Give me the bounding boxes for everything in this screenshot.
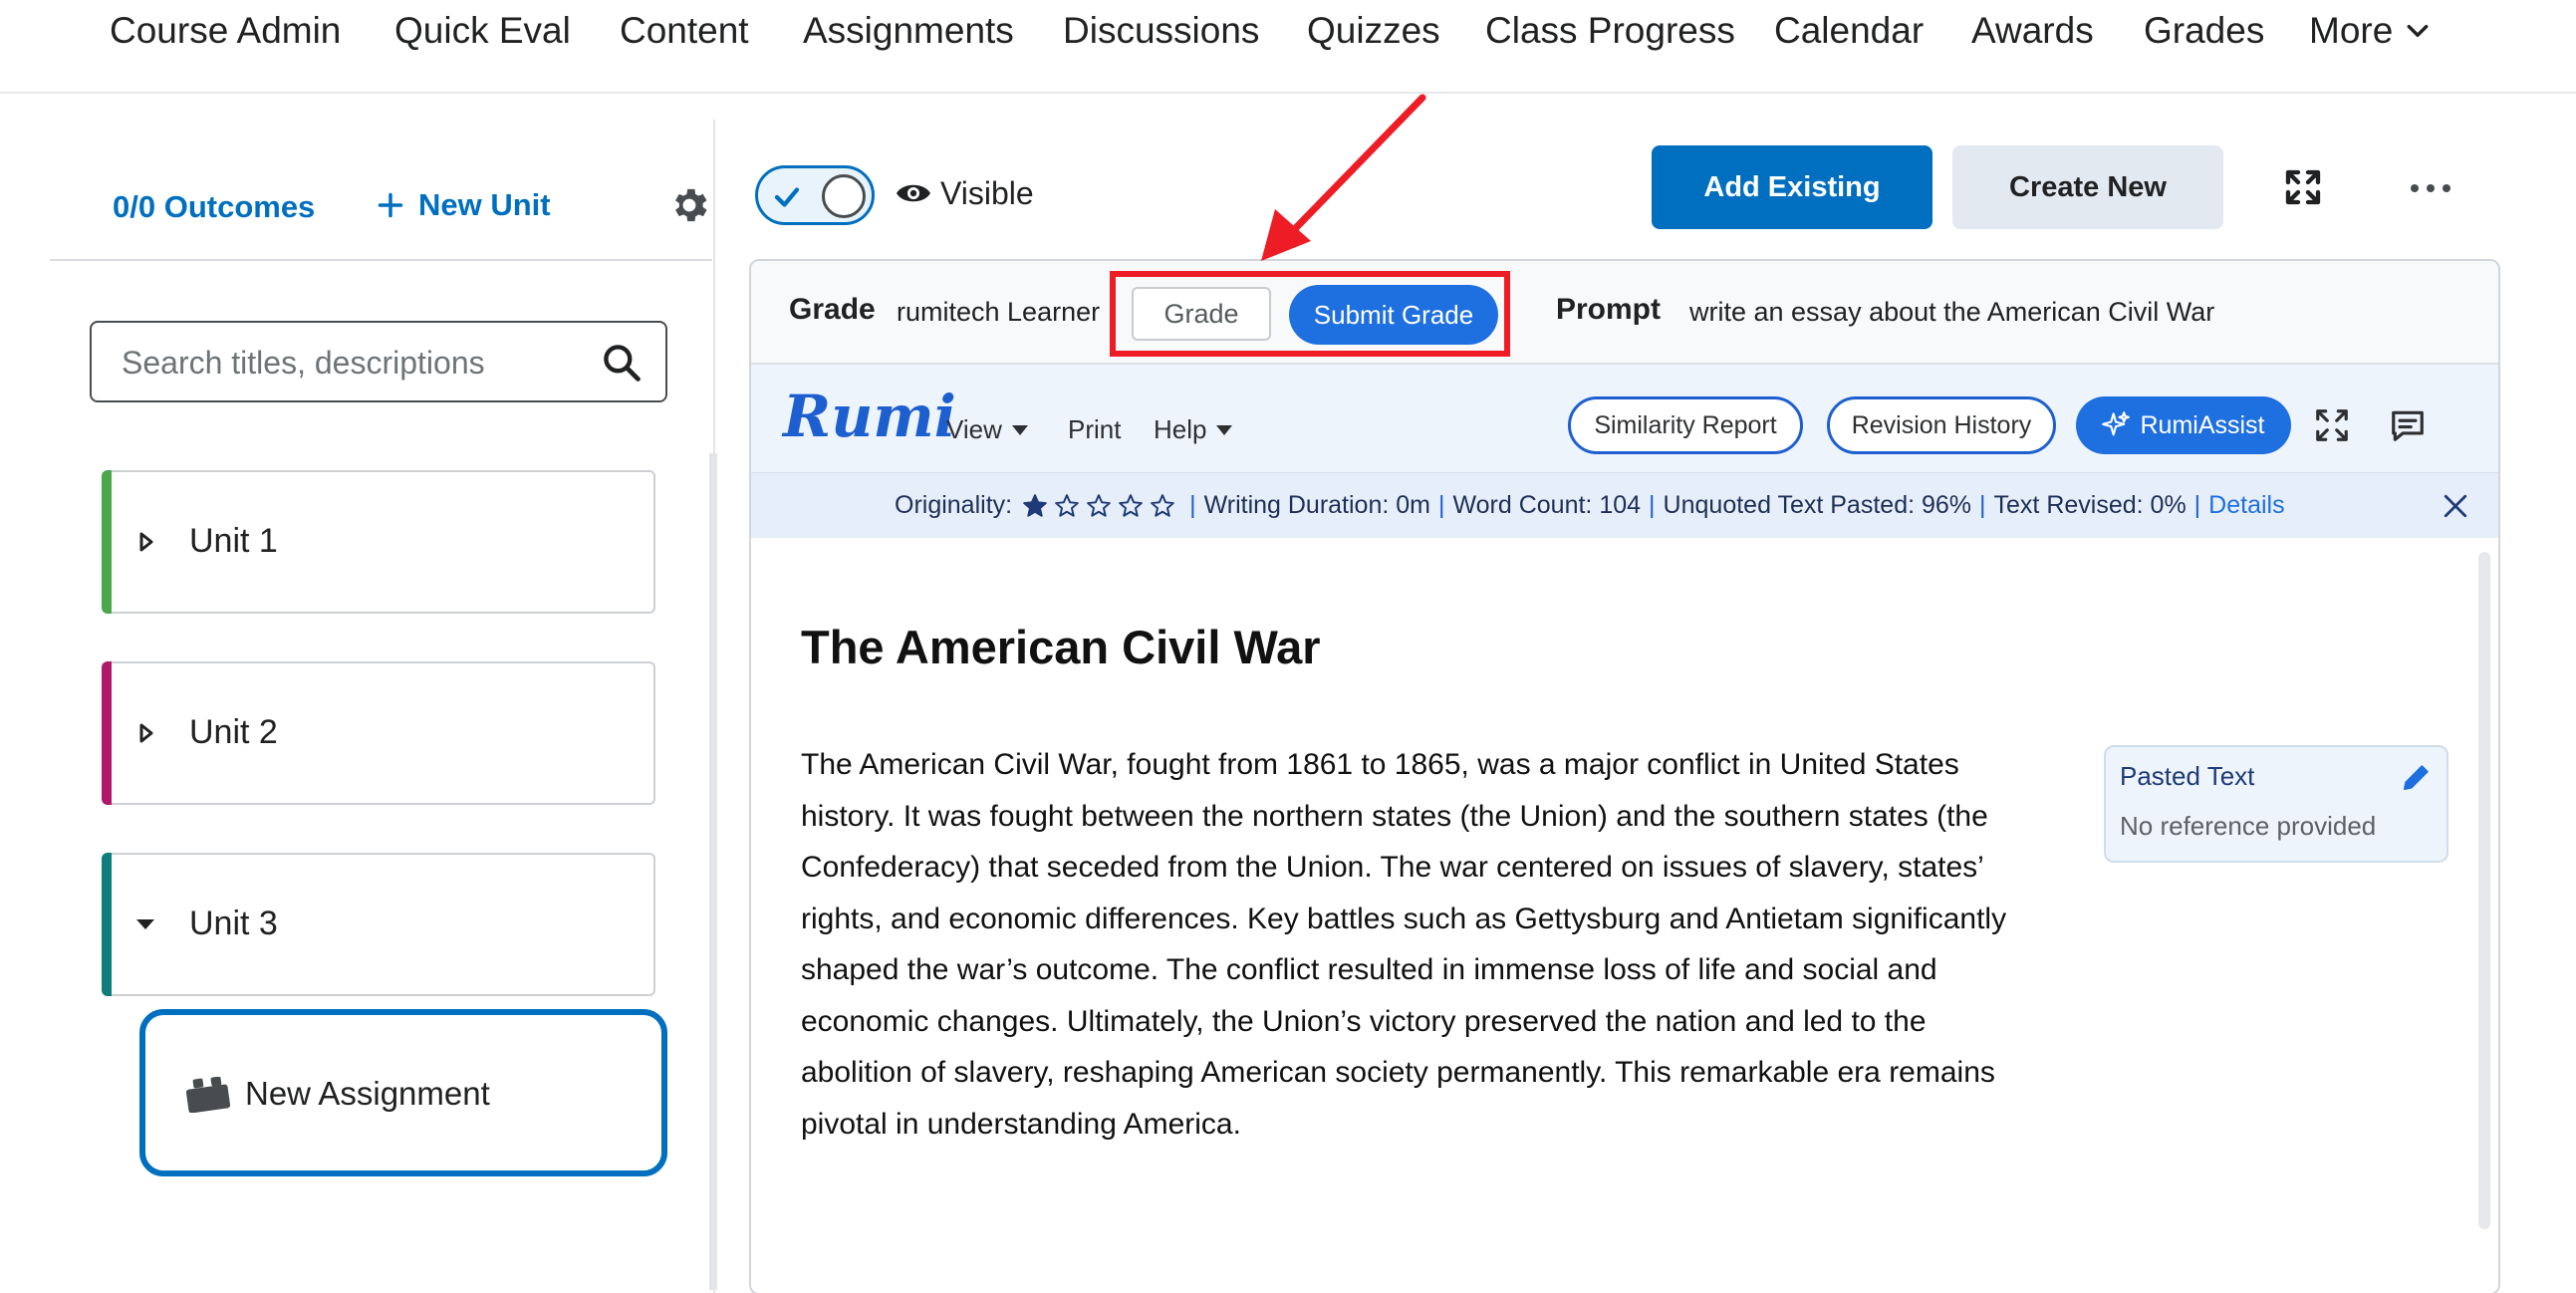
check-icon [774, 187, 800, 207]
assignment-item[interactable]: New Assignment [139, 1009, 667, 1176]
menu-help-label: Help [1154, 414, 1207, 444]
nav-quizzes[interactable]: Quizzes [1307, 10, 1440, 52]
note-text: No reference provided [2120, 811, 2377, 841]
originality-stars [1022, 493, 1175, 519]
fullscreen-icon[interactable] [2283, 167, 2323, 207]
annotation-highlight-box [1110, 271, 1510, 357]
star-empty-icon [1119, 493, 1143, 517]
nav-course-admin[interactable]: Course Admin [110, 10, 341, 52]
unquoted-text-pasted: Unquoted Text Pasted: 96% [1663, 491, 1972, 519]
nav-calendar[interactable]: Calendar [1774, 10, 1924, 52]
course-navbar: Course Admin Quick Eval Content Assignme… [0, 0, 2576, 94]
visible-label: Visible [940, 175, 1034, 211]
rumiassist-label: RumiAssist [2140, 410, 2265, 439]
caret-down-icon [1216, 424, 1233, 435]
more-options-icon[interactable] [2409, 181, 2452, 195]
add-existing-button[interactable]: Add Existing [1652, 145, 1932, 229]
menu-view[interactable]: View [946, 414, 1028, 445]
comment-icon[interactable] [2389, 406, 2427, 444]
rumi-grading-panel: Grade rumitech Learner Grade Submit Grad… [749, 259, 2500, 1293]
annotation-arrow-icon [1261, 94, 1426, 261]
nav-more[interactable]: More [2309, 10, 2431, 52]
unit-item-3[interactable]: Unit 3 [102, 853, 655, 996]
menu-view-label: View [946, 414, 1002, 444]
visibility-toggle[interactable] [755, 165, 875, 225]
search-placeholder: Search titles, descriptions [122, 345, 485, 381]
sidebar-toolbar: 0/0 Outcomes New Unit [50, 149, 712, 261]
search-icon[interactable] [600, 341, 644, 385]
new-unit-label: New Unit [418, 187, 551, 222]
plus-icon [378, 192, 403, 218]
nav-quick-eval[interactable]: Quick Eval [394, 10, 571, 52]
sparkle-icon [2102, 411, 2131, 436]
assignment-label: New Assignment [245, 1075, 490, 1112]
sidebar-scrollbar[interactable] [709, 453, 717, 1290]
menu-help[interactable]: Help [1154, 414, 1233, 445]
gear-icon[interactable] [667, 183, 711, 227]
nav-grades[interactable]: Grades [2144, 10, 2264, 52]
unit-color-bar [102, 470, 112, 614]
prompt-text: write an essay about the American Civil … [1689, 297, 2215, 327]
caret-right-icon[interactable] [133, 721, 157, 745]
rumi-toolbar: Rumi View Print Help Similarity Report R… [751, 365, 2498, 472]
chevron-down-icon [2407, 24, 2429, 38]
caret-right-icon[interactable] [133, 530, 157, 554]
nav-class-progress[interactable]: Class Progress [1485, 10, 1735, 52]
writing-stats-bar: Originality: | Writing Duration: 0m | Wo… [751, 472, 2498, 538]
grade-label: Grade [789, 293, 876, 326]
star-empty-icon [1151, 493, 1174, 517]
nav-content[interactable]: Content [620, 10, 749, 52]
create-new-button[interactable]: Create New [1952, 145, 2223, 229]
caret-down-icon [1011, 424, 1028, 435]
nav-discussions[interactable]: Discussions [1063, 10, 1259, 52]
pasted-text-note[interactable]: Pasted Text No reference provided [2104, 745, 2448, 863]
toggle-knob [822, 174, 866, 218]
fullscreen-icon[interactable] [2313, 406, 2351, 444]
unit-color-bar [102, 853, 112, 996]
document-body: The American Civil War, fought from 1861… [801, 748, 2007, 1141]
unit-item-2[interactable]: Unit 2 [102, 661, 655, 805]
grade-bar: Grade rumitech Learner Grade Submit Grad… [751, 261, 2498, 365]
unit-label: Unit 3 [189, 905, 278, 942]
learner-name: rumitech Learner [897, 297, 1101, 327]
search-input[interactable]: Search titles, descriptions [90, 321, 667, 402]
writing-duration: Writing Duration: 0m [1203, 491, 1430, 519]
rumi-logo: Rumi [783, 383, 956, 450]
unit-item-1[interactable]: Unit 1 [102, 470, 655, 614]
document-title: The American Civil War [801, 621, 1321, 673]
prompt-label: Prompt [1556, 293, 1661, 326]
text-revised: Text Revised: 0% [1993, 491, 2187, 519]
rumiassist-button[interactable]: RumiAssist [2076, 396, 2291, 454]
similarity-report-button[interactable]: Similarity Report [1568, 396, 1803, 454]
originality-label: Originality: [895, 491, 1013, 519]
star-empty-icon [1087, 493, 1111, 517]
outcomes-link[interactable]: 0/0 Outcomes [113, 189, 315, 225]
unit-color-bar [102, 661, 112, 805]
star-empty-icon [1055, 493, 1079, 517]
word-count: Word Count: 104 [1452, 491, 1642, 519]
assignment-lego-icon [185, 1077, 231, 1113]
caret-down-icon[interactable] [133, 912, 157, 936]
menu-print[interactable]: Print [1068, 414, 1121, 445]
new-unit-button[interactable]: New Unit [377, 187, 551, 223]
eye-icon [897, 184, 930, 202]
star-filled-icon [1023, 493, 1047, 517]
writing-stats: Originality: | Writing Duration: 0m | Wo… [895, 491, 2285, 520]
nav-awards[interactable]: Awards [1971, 10, 2094, 52]
nav-more-label: More [2309, 10, 2394, 51]
close-icon[interactable] [2443, 493, 2468, 519]
document-scrollbar[interactable] [2478, 552, 2490, 1229]
details-link[interactable]: Details [2208, 491, 2284, 520]
unit-label: Unit 2 [189, 713, 278, 751]
revision-history-button[interactable]: Revision History [1827, 396, 2056, 454]
nav-assignments[interactable]: Assignments [803, 10, 1014, 52]
note-title: Pasted Text [2120, 761, 2255, 791]
unit-label: Unit 1 [189, 522, 278, 560]
pencil-icon[interactable] [2401, 761, 2433, 793]
